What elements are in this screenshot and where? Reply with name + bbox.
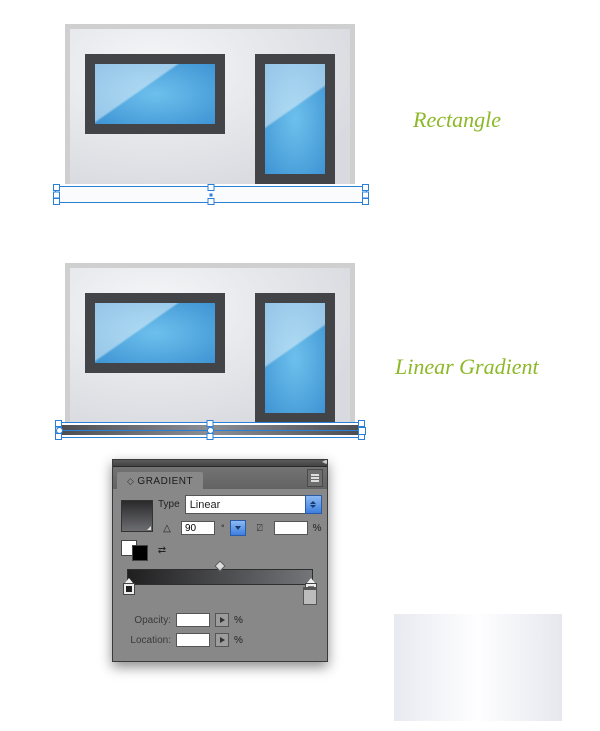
aspect-ratio-icon: ⍁ <box>251 520 269 536</box>
gradient-panel: GRADIENT Type Linear △ <box>112 459 328 662</box>
delete-stop-icon[interactable] <box>303 589 317 605</box>
figure-gradient <box>60 263 360 423</box>
handle-top-center[interactable] <box>208 184 215 191</box>
figure-rectangle <box>60 24 360 184</box>
opacity-label: Opacity: <box>121 615 171 626</box>
handle-right-center[interactable] <box>362 191 369 198</box>
type-label: Type <box>158 499 180 510</box>
handle-bottom-center[interactable] <box>208 198 215 205</box>
gradient-end-handle[interactable] <box>358 427 366 435</box>
opacity-percent-label: % <box>234 615 243 626</box>
door-frame <box>255 293 335 423</box>
handle-bottom-left[interactable] <box>53 198 60 205</box>
building <box>65 263 355 423</box>
panel-tab-row: GRADIENT <box>113 467 327 489</box>
handle-bottom-right[interactable] <box>362 198 369 205</box>
door-glass <box>265 303 325 413</box>
panel-tab-gradient[interactable]: GRADIENT <box>117 472 203 490</box>
selected-rectangle[interactable] <box>55 186 367 203</box>
label-rectangle: Rectangle <box>413 107 501 133</box>
type-dropdown[interactable]: Linear <box>185 495 322 514</box>
angle-stepper-button[interactable] <box>230 520 246 536</box>
location-label: Location: <box>121 635 171 646</box>
gradient-stop-left[interactable] <box>123 583 135 595</box>
ratio-percent-label: % <box>313 523 322 534</box>
window-glass <box>95 64 215 124</box>
gradient-slider[interactable] <box>127 569 313 585</box>
reverse-gradient-icon[interactable]: ⇄ <box>153 543 171 559</box>
type-value: Linear <box>190 499 221 511</box>
center-handle[interactable] <box>210 193 213 196</box>
dropdown-arrows-icon[interactable] <box>305 495 322 514</box>
door-frame <box>255 54 335 184</box>
window-frame <box>85 54 225 134</box>
stroke-chip-black[interactable] <box>132 545 148 561</box>
location-flyout-button[interactable] <box>215 633 229 647</box>
gradient-start-handle[interactable] <box>56 427 63 434</box>
location-input[interactable] <box>176 633 210 647</box>
opacity-flyout-button[interactable] <box>215 613 229 627</box>
handle-top-left[interactable] <box>53 184 60 191</box>
window-frame <box>85 293 225 373</box>
door-glass <box>265 64 325 174</box>
label-linear-gradient: Linear Gradient <box>395 354 539 380</box>
building <box>65 24 355 184</box>
degree-label <box>220 523 225 534</box>
glass-shine <box>265 303 325 413</box>
panel-grip[interactable] <box>113 460 327 467</box>
glass-shine <box>265 64 325 174</box>
gradient-preview-swatch <box>394 614 562 721</box>
gradient-swatch[interactable] <box>121 500 153 532</box>
glass-shine <box>95 64 215 124</box>
opacity-input[interactable] <box>176 613 210 627</box>
glass-shine <box>95 303 215 363</box>
handle-top-right[interactable] <box>362 184 369 191</box>
gradient-mid-handle[interactable] <box>207 427 214 434</box>
panel-menu-button[interactable] <box>307 469 323 487</box>
angle-icon: △ <box>158 520 176 536</box>
midpoint-diamond-icon[interactable] <box>214 560 225 571</box>
handle-left-center[interactable] <box>53 191 60 198</box>
angle-input[interactable] <box>181 521 215 535</box>
panel-body: Type Linear △ ⍁ % <box>113 489 327 661</box>
window-glass <box>95 303 215 363</box>
ratio-input[interactable] <box>274 521 308 535</box>
location-percent-label: % <box>234 635 243 646</box>
